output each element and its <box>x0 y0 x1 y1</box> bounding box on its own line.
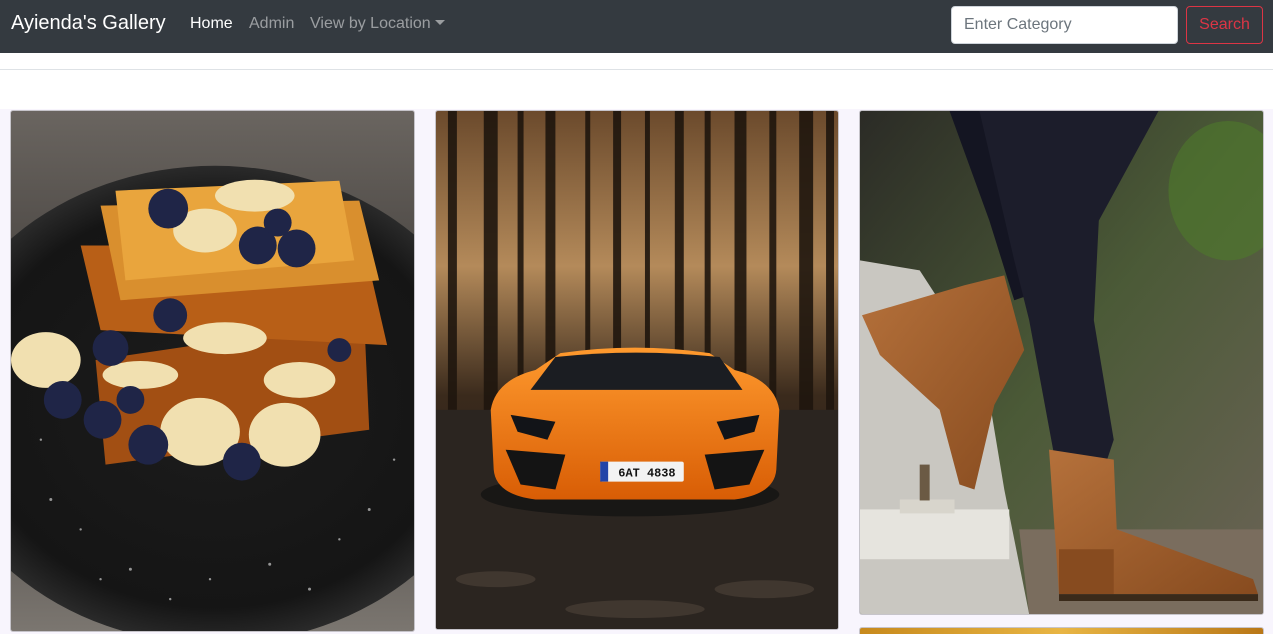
license-plate-text: 6AT 4838 <box>618 467 675 481</box>
divider <box>0 69 1273 70</box>
nav-admin-link[interactable]: Admin <box>249 15 294 33</box>
boots-image <box>860 111 1263 614</box>
brand-link[interactable]: Ayienda's Gallery <box>11 12 166 35</box>
nav-home-link[interactable]: Home <box>190 15 233 33</box>
search-button[interactable]: Search <box>1186 6 1263 44</box>
gallery-image-4[interactable] <box>859 627 1264 634</box>
nav-location-dropdown[interactable]: View by Location <box>310 15 445 33</box>
car-image: 6AT 4838 <box>436 111 838 629</box>
category-search-input[interactable] <box>951 6 1178 44</box>
caret-down-icon <box>434 20 445 25</box>
gallery-image-1[interactable] <box>10 110 415 632</box>
french-toast-image <box>11 111 414 631</box>
content-header-band <box>0 53 1273 109</box>
nav-location-label: View by Location <box>310 15 431 32</box>
gallery-image-2[interactable]: 6AT 4838 <box>435 110 839 630</box>
partial-image <box>860 628 1263 634</box>
navbar: Ayienda's Gallery Home Admin View by Loc… <box>0 0 1273 53</box>
gallery-image-3[interactable] <box>859 110 1264 615</box>
